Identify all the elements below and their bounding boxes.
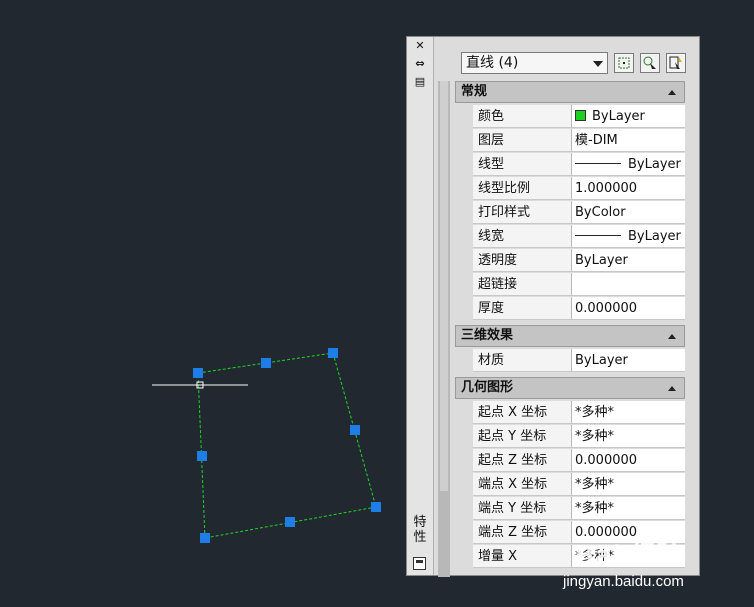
property-value[interactable]: *多种* [572, 401, 685, 424]
property-value[interactable]: ByLayer [572, 153, 685, 176]
property-label: 端点 X 坐标 [473, 473, 572, 496]
watermark: Bai 经验 jingyan.baidu.com [563, 535, 753, 605]
auto-hide-icon[interactable]: ⇔ [413, 57, 427, 71]
property-label: 超链接 [473, 273, 572, 296]
grip [371, 502, 381, 512]
property-row-start-y[interactable]: 起点 Y 坐标 *多种* [455, 425, 685, 449]
section-3d-effects[interactable]: 三维效果 [455, 325, 685, 347]
grip [200, 533, 210, 543]
quick-select-icon [669, 56, 682, 69]
property-label: 端点 Y 坐标 [473, 497, 572, 520]
object-type-value: 直线 (4) [466, 55, 519, 71]
property-row-end-x[interactable]: 端点 X 坐标 *多种* [455, 473, 685, 497]
grips[interactable] [193, 348, 381, 543]
property-label: 起点 Y 坐标 [473, 425, 572, 448]
property-value[interactable]: ByLayer [572, 349, 685, 372]
grip [350, 425, 360, 435]
linetype-sample-icon [575, 163, 621, 164]
property-value[interactable]: *多种* [572, 473, 685, 496]
property-label: 端点 Z 坐标 [473, 521, 572, 544]
property-row-lineweight[interactable]: 线宽 ByLayer [455, 225, 685, 249]
palette-menu-icon[interactable] [413, 557, 426, 570]
property-row-end-y[interactable]: 端点 Y 坐标 *多种* [455, 497, 685, 521]
color-swatch-icon [575, 110, 586, 121]
section-title: 几何图形 [461, 380, 514, 395]
property-value[interactable]: 0.000000 [572, 297, 685, 320]
section-general[interactable]: 常规 [455, 81, 685, 103]
property-label: 起点 Z 坐标 [473, 449, 572, 472]
property-label: 透明度 [473, 249, 572, 272]
property-label: 线型比例 [473, 177, 572, 200]
lineweight-sample-icon [575, 235, 621, 236]
property-label: 线型 [473, 153, 572, 176]
toggle-pickadd-button[interactable] [614, 53, 634, 73]
watermark-url: jingyan.baidu.com [563, 573, 684, 590]
scrollbar-thumb[interactable] [440, 81, 448, 491]
property-row-transparency[interactable]: 透明度 ByLayer [455, 249, 685, 273]
quick-select-button[interactable] [666, 53, 686, 73]
property-label: 颜色 [473, 105, 572, 128]
close-icon[interactable]: ✕ [413, 39, 427, 53]
grip [261, 358, 271, 368]
grip [193, 368, 203, 378]
properties-palette: ✕ ⇔ ▤ 特性 直线 (4) 常规 颜色 ByLayer 图层 模-DIM 线… [406, 36, 700, 577]
select-objects-icon [643, 56, 656, 69]
grip [285, 517, 295, 527]
property-row-color[interactable]: 颜色 ByLayer [455, 105, 685, 129]
property-label: 增量 X [473, 545, 572, 568]
section-geometry[interactable]: 几何图形 [455, 377, 685, 399]
property-row-hyperlink[interactable]: 超链接 [455, 273, 685, 297]
pickadd-icon [618, 57, 630, 69]
section-title: 常规 [461, 84, 488, 99]
selected-lines[interactable] [197, 352, 377, 539]
palette-scrollbar[interactable] [438, 81, 450, 577]
watermark-logo: Bai 经验 [575, 541, 683, 571]
property-row-linetype-scale[interactable]: 线型比例 1.000000 [455, 177, 685, 201]
palette-properties-icon[interactable]: ▤ [413, 75, 427, 89]
palette-title: 特性 [413, 515, 427, 545]
property-row-thickness[interactable]: 厚度 0.000000 [455, 297, 685, 321]
property-value[interactable]: 0.000000 [572, 449, 685, 472]
property-value[interactable]: 1.000000 [572, 177, 685, 200]
section-title: 三维效果 [461, 328, 514, 343]
property-value[interactable]: *多种* [572, 497, 685, 520]
property-row-plot-style[interactable]: 打印样式 ByColor [455, 201, 685, 225]
property-value[interactable]: ByColor [572, 201, 685, 224]
collapse-icon[interactable] [668, 90, 676, 95]
property-label: 打印样式 [473, 201, 572, 224]
grip [328, 348, 338, 358]
property-value[interactable]: ByLayer [572, 249, 685, 272]
property-value[interactable] [572, 273, 685, 296]
property-label: 起点 X 坐标 [473, 401, 572, 424]
property-label: 厚度 [473, 297, 572, 320]
property-row-material[interactable]: 材质 ByLayer [455, 349, 685, 373]
property-row-layer[interactable]: 图层 模-DIM [455, 129, 685, 153]
collapse-icon[interactable] [668, 334, 676, 339]
chevron-down-icon [593, 61, 603, 67]
property-label: 材质 [473, 349, 572, 372]
property-row-linetype[interactable]: 线型 ByLayer [455, 153, 685, 177]
select-objects-button[interactable] [640, 53, 660, 73]
object-type-dropdown[interactable]: 直线 (4) [461, 52, 608, 74]
grip [197, 451, 207, 461]
property-value[interactable]: ByLayer [572, 225, 685, 248]
property-value[interactable]: *多种* [572, 425, 685, 448]
property-label: 线宽 [473, 225, 572, 248]
palette-titlebar[interactable]: ✕ ⇔ ▤ 特性 [407, 37, 434, 575]
property-row-start-x[interactable]: 起点 X 坐标 *多种* [455, 401, 685, 425]
property-row-start-z[interactable]: 起点 Z 坐标 0.000000 [455, 449, 685, 473]
collapse-icon[interactable] [668, 386, 676, 391]
property-value[interactable]: ByLayer [572, 105, 685, 128]
crosshair-cursor [152, 381, 248, 389]
property-value[interactable]: 模-DIM [572, 129, 685, 152]
property-label: 图层 [473, 129, 572, 152]
